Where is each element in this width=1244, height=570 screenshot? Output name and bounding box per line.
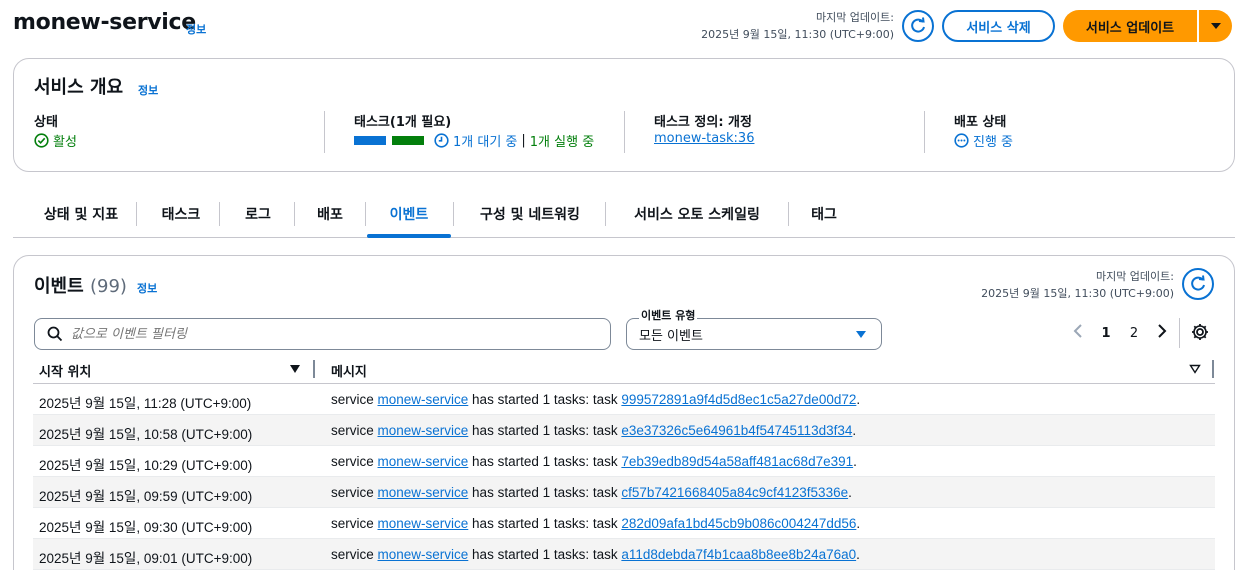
tab-deployments[interactable]: 배포 (295, 190, 365, 238)
event-message: service monew-service has started 1 task… (331, 423, 857, 438)
event-type-label: 이벤트 유형 (639, 307, 698, 323)
event-time: 2025년 9월 15일, 09:30 (UTC+9:00) (39, 520, 253, 535)
table-row: 2025년 9월 15일, 09:59 (UTC+9:00) service m… (33, 477, 1215, 508)
pagination: 1 2 (1064, 320, 1176, 346)
service-link[interactable]: monew-service (378, 423, 469, 438)
event-time: 2025년 9월 15일, 10:29 (UTC+9:00) (39, 458, 253, 473)
table-settings-button[interactable] (1190, 322, 1210, 346)
event-message: service monew-service has started 1 task… (331, 516, 861, 531)
pending-bar (354, 136, 386, 145)
task-link[interactable]: 999572891a9f4d5d8ec1c5a27de00d72 (621, 392, 856, 407)
service-link[interactable]: monew-service (378, 547, 469, 562)
in-progress-icon (954, 133, 969, 148)
status-value: 활성 (53, 135, 77, 150)
active-tab-indicator (367, 234, 451, 238)
clock-icon (434, 133, 449, 148)
tab-events[interactable]: 이벤트 (367, 190, 451, 238)
tab-health-metrics[interactable]: 상태 및 지표 (21, 190, 141, 238)
sort-desc-icon[interactable] (289, 364, 301, 374)
table-row: 2025년 9월 15일, 10:58 (UTC+9:00) service m… (33, 415, 1215, 446)
running-bar (392, 136, 424, 145)
refresh-icon (1191, 275, 1205, 291)
caret-down-icon (1210, 23, 1221, 29)
header-last-updated: 마지막 업데이트: 2025년 9월 15일, 11:30 (UTC+9:00) (701, 11, 894, 41)
gear-icon (1192, 324, 1208, 340)
event-message: service monew-service has started 1 task… (331, 547, 860, 562)
table-row: 2025년 9월 15일, 09:01 (UTC+9:00) service m… (33, 539, 1215, 570)
table-row: 2025년 9월 15일, 11:28 (UTC+9:00) service m… (33, 384, 1215, 415)
events-last-updated: 마지막 업데이트: 2025년 9월 15일, 11:30 (UTC+9:00) (981, 270, 1174, 300)
prev-page-button[interactable] (1064, 324, 1092, 342)
event-filter-search[interactable] (34, 318, 611, 350)
header-refresh-button[interactable] (902, 10, 934, 42)
deployment-status-value: 진행 중 (973, 135, 1014, 150)
table-header: 시작 위치 메시지 (33, 354, 1215, 384)
search-input[interactable] (71, 326, 571, 342)
service-link[interactable]: monew-service (378, 485, 469, 500)
check-circle-icon (34, 133, 49, 148)
service-link[interactable]: monew-service (378, 454, 469, 469)
overview-info-link[interactable]: 정보 (138, 82, 158, 98)
task-link[interactable]: 7eb39edb89d54a58aff481ac68d7e391 (621, 454, 853, 469)
tasks-field: 태스크(1개 필요) 1개 대기 중 | 1개 실행 중 (354, 115, 595, 150)
running-tasks: 1개 실행 중 (529, 135, 595, 150)
update-dropdown-button[interactable] (1199, 10, 1232, 42)
deployment-status-field: 배포 상태 진행 중 (954, 115, 1014, 150)
events-info-link[interactable]: 정보 (137, 280, 157, 296)
tab-tasks[interactable]: 태스크 (141, 190, 221, 238)
service-link[interactable]: monew-service (378, 392, 469, 407)
event-time: 2025년 9월 15일, 11:28 (UTC+9:00) (39, 396, 252, 411)
tab-bar: 상태 및 지표 태스크 로그 배포 이벤트 구성 및 네트워킹 서비스 오토 스… (13, 190, 1235, 238)
delete-service-button[interactable]: 서비스 삭제 (942, 10, 1055, 42)
event-type-value: 모든 이벤트 (639, 328, 703, 344)
next-page-button[interactable] (1148, 324, 1176, 342)
update-service-button[interactable]: 서비스 업데이트 (1063, 10, 1197, 42)
table-row: 2025년 9월 15일, 09:30 (UTC+9:00) service m… (33, 508, 1215, 539)
events-table: 시작 위치 메시지 2025년 9월 15일, 11:28 (UTC+9:00)… (33, 354, 1215, 570)
page-2-button[interactable]: 2 (1120, 326, 1148, 341)
event-time: 2025년 9월 15일, 09:01 (UTC+9:00) (39, 551, 253, 566)
events-panel: 이벤트 (99) 정보 마지막 업데이트: 2025년 9월 15일, 11:3… (13, 255, 1235, 570)
chevron-right-icon (1158, 324, 1167, 338)
page-header: monew-service 정보 마지막 업데이트: 2025년 9월 15일,… (0, 0, 1244, 52)
search-icon (47, 326, 63, 342)
tab-config-networking[interactable]: 구성 및 네트워킹 (455, 190, 605, 238)
page-1-button[interactable]: 1 (1092, 326, 1120, 341)
table-body: 2025년 9월 15일, 11:28 (UTC+9:00) service m… (33, 384, 1215, 570)
task-definition-link[interactable]: monew-task:36 (654, 131, 754, 146)
events-refresh-button[interactable] (1182, 268, 1214, 300)
status-field: 상태 활성 (34, 115, 77, 150)
service-overview-panel: 서비스 개요 정보 상태 활성 태스크(1개 필요) 1개 대기 중 | 1개 … (13, 58, 1235, 172)
task-link[interactable]: a11d8debda7f4b1caa8b8ee8b24a76a0 (621, 547, 856, 562)
column-message[interactable]: 메시지 (331, 361, 367, 380)
tab-tags[interactable]: 태그 (790, 190, 858, 238)
event-message: service monew-service has started 1 task… (331, 454, 857, 469)
events-count: (99) (89, 276, 127, 297)
caret-down-icon (856, 331, 866, 338)
event-time: 2025년 9월 15일, 09:59 (UTC+9:00) (39, 489, 253, 504)
column-start-time[interactable]: 시작 위치 (39, 361, 91, 380)
pending-tasks: 1개 대기 중 (453, 135, 518, 150)
event-time: 2025년 9월 15일, 10:58 (UTC+9:00) (39, 427, 253, 442)
tab-logs[interactable]: 로그 (221, 190, 295, 238)
events-title: 이벤트 (99) (34, 276, 127, 297)
task-definition-field: 태스크 정의: 개정 monew-task:36 (654, 115, 755, 146)
event-message: service monew-service has started 1 task… (331, 392, 861, 407)
sort-icon[interactable] (1189, 364, 1201, 374)
title-info-link[interactable]: 정보 (186, 21, 206, 37)
task-link[interactable]: 282d09afa1bd45cb9b086c004247dd56 (621, 516, 856, 531)
task-link[interactable]: cf57b7421668405a84c9cf4123f5336e (621, 485, 848, 500)
overview-title: 서비스 개요 (34, 77, 124, 98)
task-link[interactable]: e3e37326c5e64961b4f54745113d3f34 (621, 423, 852, 438)
event-message: service monew-service has started 1 task… (331, 485, 852, 500)
chevron-left-icon (1073, 324, 1082, 338)
service-link[interactable]: monew-service (378, 516, 469, 531)
tab-auto-scaling[interactable]: 서비스 오토 스케일링 (607, 190, 787, 238)
refresh-icon (911, 17, 925, 33)
table-row: 2025년 9월 15일, 10:29 (UTC+9:00) service m… (33, 446, 1215, 477)
page-title: monew-service (13, 10, 196, 35)
